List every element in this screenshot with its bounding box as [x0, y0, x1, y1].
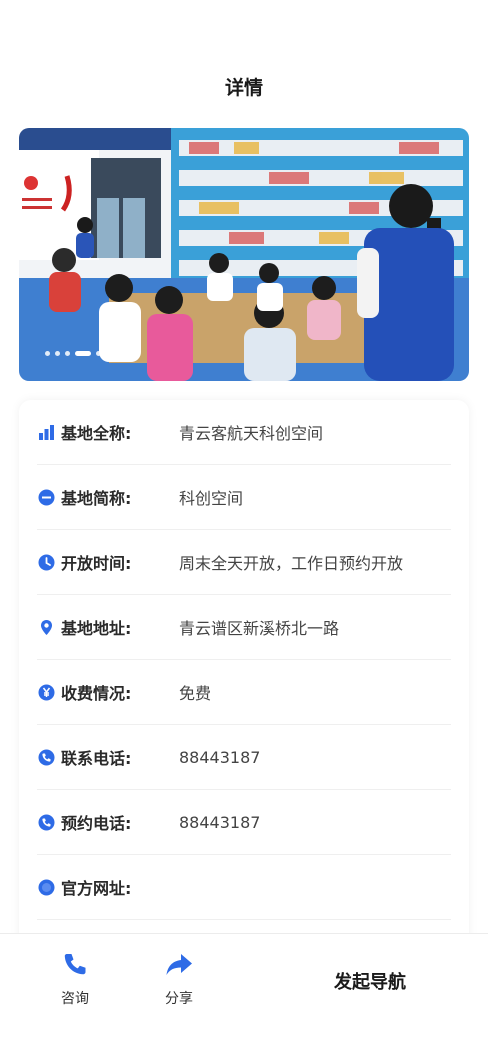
chart-bar-icon: [38, 424, 55, 441]
page-header: 详情: [0, 60, 488, 112]
detail-row-full-name: 基地全称: 青云客航天科创空间: [37, 400, 451, 465]
carousel-dot[interactable]: [65, 351, 70, 356]
detail-label: 开放时间:: [61, 554, 132, 573]
bottom-action-bar: 咨询 分享 发起导航: [0, 933, 488, 1055]
detail-row-fees: 收费情况: 免费: [37, 660, 451, 725]
detail-row-short-name: 基地简称: 科创空间: [37, 465, 451, 530]
phone-circle-icon: [38, 749, 55, 766]
consult-label: 咨询: [61, 991, 89, 1007]
carousel-dot[interactable]: [55, 351, 60, 356]
globe-icon: [38, 879, 55, 896]
yuan-icon: [38, 684, 55, 701]
detail-label: 收费情况:: [61, 684, 132, 703]
detail-label: 基地简称:: [61, 489, 132, 508]
detail-label: 预约电话:: [61, 814, 132, 833]
clock-icon: [38, 554, 55, 571]
detail-value: 免费: [179, 684, 212, 703]
location-pin-icon: [38, 619, 55, 636]
detail-row-booking-phone: 预约电话: 88443187: [37, 790, 451, 855]
details-card: 基地全称: 青云客航天科创空间 基地简称: 科创空间 开放时间: 周末全天开放，…: [19, 400, 469, 960]
detail-label: 官方网址:: [61, 879, 132, 898]
detail-label: 基地全称:: [61, 424, 132, 443]
share-button[interactable]: 分享: [149, 950, 209, 1008]
start-navigation-button[interactable]: 发起导航: [310, 968, 430, 994]
detail-label: 联系电话:: [61, 749, 132, 768]
detail-value: 科创空间: [179, 489, 244, 508]
detail-value[interactable]: 88443187: [179, 748, 260, 767]
detail-row-opening-hours: 开放时间: 周末全天开放，工作日预约开放: [37, 530, 451, 595]
share-label: 分享: [165, 991, 193, 1007]
dash-circle-icon: [38, 489, 55, 506]
carousel-dot-active[interactable]: [75, 351, 91, 356]
carousel-dot[interactable]: [96, 351, 101, 356]
share-arrow-icon: [164, 950, 194, 984]
carousel-photo: [19, 128, 469, 381]
detail-value[interactable]: 88443187: [179, 813, 260, 832]
page-title: 详情: [224, 76, 263, 99]
detail-row-address: 基地地址: 青云谱区新溪桥北一路: [37, 595, 451, 660]
detail-label: 基地地址:: [61, 619, 132, 638]
carousel-dot[interactable]: [45, 351, 50, 356]
detail-row-website: 官方网址:: [37, 855, 451, 920]
photo-carousel[interactable]: [19, 128, 469, 381]
phone-icon: [60, 950, 90, 984]
phone-circle-icon: [38, 814, 55, 831]
detail-value: 周末全天开放，工作日预约开放: [179, 554, 404, 573]
carousel-indicators[interactable]: [45, 351, 111, 356]
consult-button[interactable]: 咨询: [45, 950, 105, 1008]
carousel-dot[interactable]: [106, 351, 111, 356]
detail-value: 青云谱区新溪桥北一路: [179, 619, 340, 638]
detail-row-contact-phone: 联系电话: 88443187: [37, 725, 451, 790]
detail-value: 青云客航天科创空间: [179, 424, 324, 443]
